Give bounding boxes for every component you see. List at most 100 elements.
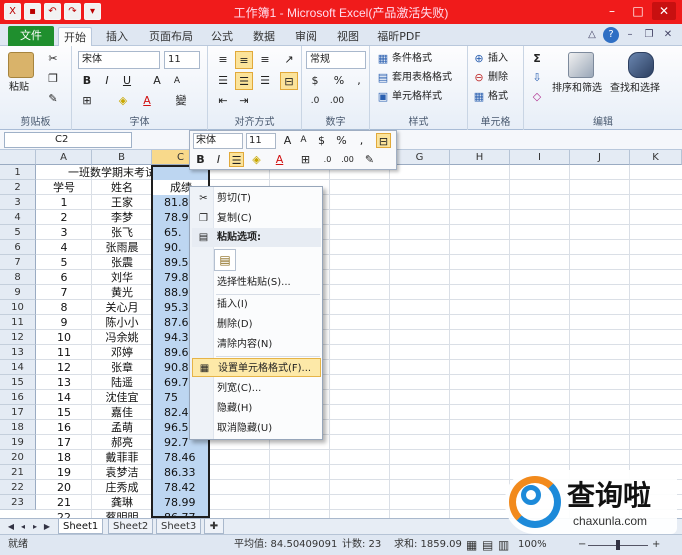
mini-merge-icon[interactable]: ⊟ bbox=[376, 133, 391, 148]
row-header[interactable]: 19 bbox=[0, 435, 36, 450]
cut-icon[interactable]: ✂ bbox=[44, 50, 62, 68]
last-sheet-icon[interactable]: ▶ bbox=[42, 521, 52, 532]
decrease-indent-icon[interactable]: ⇤ bbox=[214, 92, 232, 110]
row-header[interactable]: 7 bbox=[0, 255, 36, 270]
next-sheet-icon[interactable]: ▸ bbox=[30, 521, 40, 532]
menu-item-format-cells[interactable]: ▦ 设置单元格格式(F)... bbox=[192, 358, 321, 377]
conditional-format-icon[interactable]: ▦ bbox=[374, 50, 392, 68]
tab-insert[interactable]: 插入 bbox=[100, 27, 134, 46]
find-select-button[interactable]: 查找和选择 bbox=[610, 80, 660, 98]
cell-score[interactable]: 78.46 bbox=[152, 450, 209, 465]
mini-borders-icon[interactable]: ⊞ bbox=[298, 152, 313, 167]
cell-id[interactable]: 9 bbox=[36, 315, 92, 330]
sort-filter-button[interactable]: 排序和筛选 bbox=[552, 80, 602, 98]
insert-cells-icon[interactable]: ⊕ bbox=[470, 50, 488, 68]
mini-format-painter-icon[interactable]: ✎ bbox=[362, 152, 377, 167]
doc-minimize-icon[interactable]: – bbox=[622, 27, 638, 43]
cell-name[interactable]: 陆遥 bbox=[92, 375, 152, 390]
tab-view[interactable]: 视图 bbox=[331, 27, 365, 46]
align-top-icon[interactable]: ≡ bbox=[214, 51, 232, 69]
select-all-corner[interactable] bbox=[0, 150, 36, 165]
zoom-in-icon[interactable]: + bbox=[652, 535, 660, 555]
orientation-icon[interactable]: ↗ bbox=[280, 51, 298, 69]
merge-center-icon[interactable]: ⊟ bbox=[280, 72, 298, 90]
column-header-b[interactable]: B bbox=[92, 150, 152, 165]
align-center-icon[interactable]: ☰ bbox=[235, 72, 253, 90]
cell-id[interactable]: 22 bbox=[36, 510, 92, 518]
cell-id[interactable]: 3 bbox=[36, 225, 92, 240]
cell-name[interactable]: 庄秀成 bbox=[92, 480, 152, 495]
format-as-table-button[interactable]: 套用表格格式 bbox=[392, 69, 452, 87]
row-header[interactable]: 20 bbox=[0, 450, 36, 465]
cell-name[interactable]: 戴菲菲 bbox=[92, 450, 152, 465]
cell-name[interactable]: 邓婷 bbox=[92, 345, 152, 360]
cell-id[interactable]: 20 bbox=[36, 480, 92, 495]
cell-id[interactable]: 2 bbox=[36, 210, 92, 225]
maximize-button[interactable]: □ bbox=[626, 2, 650, 20]
mini-font-color-icon[interactable]: A bbox=[272, 152, 287, 167]
cell-id[interactable]: 15 bbox=[36, 405, 92, 420]
mini-size-combo[interactable]: 11 bbox=[246, 133, 276, 149]
row-header[interactable]: 13 bbox=[0, 345, 36, 360]
mini-bold-button[interactable]: B bbox=[193, 152, 208, 167]
row-header[interactable]: 14 bbox=[0, 360, 36, 375]
column-header-i[interactable]: I bbox=[510, 150, 570, 165]
borders-icon[interactable]: ⊞ bbox=[78, 92, 96, 110]
format-painter-icon[interactable]: ✎ bbox=[44, 90, 62, 108]
mini-increase-decimal-icon[interactable]: .0 bbox=[320, 152, 335, 167]
cell-name[interactable]: 张飞 bbox=[92, 225, 152, 240]
menu-item-paste-special[interactable]: 选择性粘贴(S)... bbox=[192, 273, 321, 292]
row-header[interactable]: 17 bbox=[0, 405, 36, 420]
tab-file[interactable]: 文件 bbox=[8, 26, 54, 46]
menu-item-clear-contents[interactable]: 清除内容(N) bbox=[192, 335, 321, 354]
mini-comma-button[interactable]: , bbox=[354, 133, 369, 148]
percent-button[interactable]: % bbox=[330, 72, 348, 90]
cell-id[interactable]: 19 bbox=[36, 465, 92, 480]
row-header[interactable]: 1 bbox=[0, 165, 36, 180]
mini-font-combo[interactable]: 宋体 bbox=[193, 133, 243, 149]
format-as-table-icon[interactable]: ▤ bbox=[374, 69, 392, 87]
row-header[interactable]: 11 bbox=[0, 315, 36, 330]
cell-name[interactable]: 李梦 bbox=[92, 210, 152, 225]
cell-name[interactable]: 蔡明明 bbox=[92, 510, 152, 518]
row-header[interactable]: 3 bbox=[0, 195, 36, 210]
align-bottom-icon[interactable]: ≡ bbox=[256, 51, 274, 69]
paste-button[interactable]: 粘贴 bbox=[9, 79, 29, 97]
align-left-icon[interactable]: ☰ bbox=[214, 72, 232, 90]
menu-item-insert[interactable]: 插入(I) bbox=[192, 295, 321, 314]
font-color-icon[interactable]: A bbox=[138, 92, 156, 110]
font-size-combo[interactable]: 11 bbox=[164, 51, 200, 69]
underline-button[interactable]: U bbox=[118, 72, 136, 90]
tab-page-layout[interactable]: 页面布局 bbox=[144, 27, 198, 46]
paste-icon[interactable] bbox=[8, 52, 34, 78]
cell-id[interactable]: 6 bbox=[36, 270, 92, 285]
tab-foxit-pdf[interactable]: 福昕PDF bbox=[373, 27, 425, 46]
first-sheet-icon[interactable]: ◀ bbox=[6, 521, 16, 532]
cell-name[interactable]: 嘉佳 bbox=[92, 405, 152, 420]
cell-id[interactable]: 7 bbox=[36, 285, 92, 300]
row-header[interactable]: 21 bbox=[0, 465, 36, 480]
row-header[interactable]: 15 bbox=[0, 375, 36, 390]
paste-option-icon[interactable]: ▤ bbox=[214, 249, 236, 271]
mini-percent-button[interactable]: % bbox=[334, 133, 349, 148]
grow-font-button[interactable]: A bbox=[148, 72, 166, 90]
cell-name[interactable]: 刘华 bbox=[92, 270, 152, 285]
cell-name[interactable]: 张震 bbox=[92, 255, 152, 270]
column-header-j[interactable]: J bbox=[570, 150, 630, 165]
menu-item-delete[interactable]: 删除(D) bbox=[192, 315, 321, 334]
mini-italic-button[interactable]: I bbox=[211, 152, 226, 167]
cell-name[interactable]: 黄光 bbox=[92, 285, 152, 300]
increase-decimal-icon[interactable]: .0 bbox=[306, 92, 324, 110]
cell-name[interactable]: 关心月 bbox=[92, 300, 152, 315]
delete-cells-button[interactable]: 删除 bbox=[488, 69, 508, 87]
shrink-font-button[interactable]: A bbox=[168, 72, 186, 90]
cell-styles-button[interactable]: 单元格样式 bbox=[392, 88, 442, 106]
cell-name[interactable]: 张章 bbox=[92, 360, 152, 375]
bold-button[interactable]: B bbox=[78, 72, 96, 90]
menu-item-hide[interactable]: 隐藏(H) bbox=[192, 399, 321, 418]
cell-id[interactable]: 18 bbox=[36, 450, 92, 465]
close-button[interactable]: ✕ bbox=[652, 2, 676, 20]
increase-indent-icon[interactable]: ⇥ bbox=[235, 92, 253, 110]
help-icon[interactable]: ? bbox=[603, 27, 619, 43]
minimize-button[interactable]: – bbox=[600, 2, 624, 20]
